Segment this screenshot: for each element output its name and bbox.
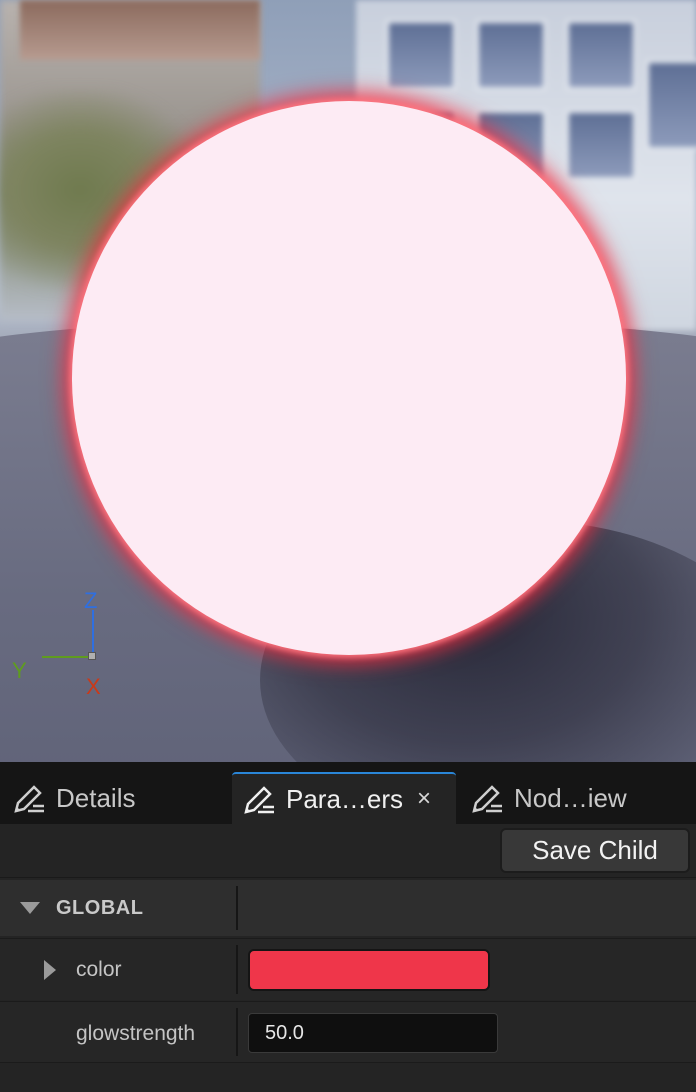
property-row-glowstrength: glowstrength — [0, 1001, 696, 1063]
y-axis-label: Y — [12, 658, 27, 683]
background-roof — [20, 0, 260, 60]
tab-details[interactable]: Details — [2, 772, 222, 824]
group-label: GLOBAL — [56, 897, 144, 919]
tab-label: Nod…iew — [514, 782, 627, 813]
x-axis-label: X — [86, 674, 101, 699]
pencil-edit-icon — [472, 785, 502, 813]
property-row-color: color — [0, 938, 696, 1000]
preview-sphere — [72, 101, 626, 655]
tab-label: Para…ers — [286, 783, 404, 814]
axis-gizmo: Z Y X — [8, 586, 118, 706]
z-axis-label: Z — [84, 588, 98, 613]
building-window — [476, 20, 546, 90]
panel-tab-bar: Details Para…ers × Nod…iew — [0, 762, 696, 824]
column-divider[interactable] — [236, 1008, 238, 1056]
group-header-global[interactable]: GLOBAL — [0, 880, 696, 936]
axis-origin — [88, 652, 96, 660]
z-axis-line — [92, 610, 94, 658]
property-label: glowstrength — [76, 1022, 196, 1045]
chevron-down-icon[interactable] — [20, 902, 40, 914]
tab-node-preview[interactable]: Nod…iew — [460, 772, 696, 824]
y-axis-line — [42, 656, 94, 658]
color-swatch[interactable] — [248, 949, 490, 991]
chevron-right-icon[interactable] — [44, 960, 56, 980]
property-label: color — [76, 958, 122, 981]
column-divider[interactable] — [236, 945, 238, 994]
pencil-edit-icon — [244, 786, 274, 814]
pencil-edit-icon — [14, 785, 44, 813]
close-tab-icon[interactable]: × — [417, 785, 431, 813]
building-window — [566, 110, 636, 180]
glowstrength-input[interactable] — [248, 1013, 498, 1053]
building-window — [566, 20, 636, 90]
panel-toolbar: Save Child — [0, 824, 696, 878]
building-window — [386, 20, 456, 90]
parameters-panel: Save Child GLOBAL color glowstrength — [0, 824, 696, 1092]
tab-label: Details — [56, 782, 136, 813]
3d-viewport[interactable]: Z Y X — [0, 0, 696, 762]
tab-parameters[interactable]: Para…ers × — [232, 772, 456, 824]
column-divider[interactable] — [236, 886, 238, 930]
building-window — [646, 60, 696, 150]
save-child-button[interactable]: Save Child — [500, 828, 690, 873]
